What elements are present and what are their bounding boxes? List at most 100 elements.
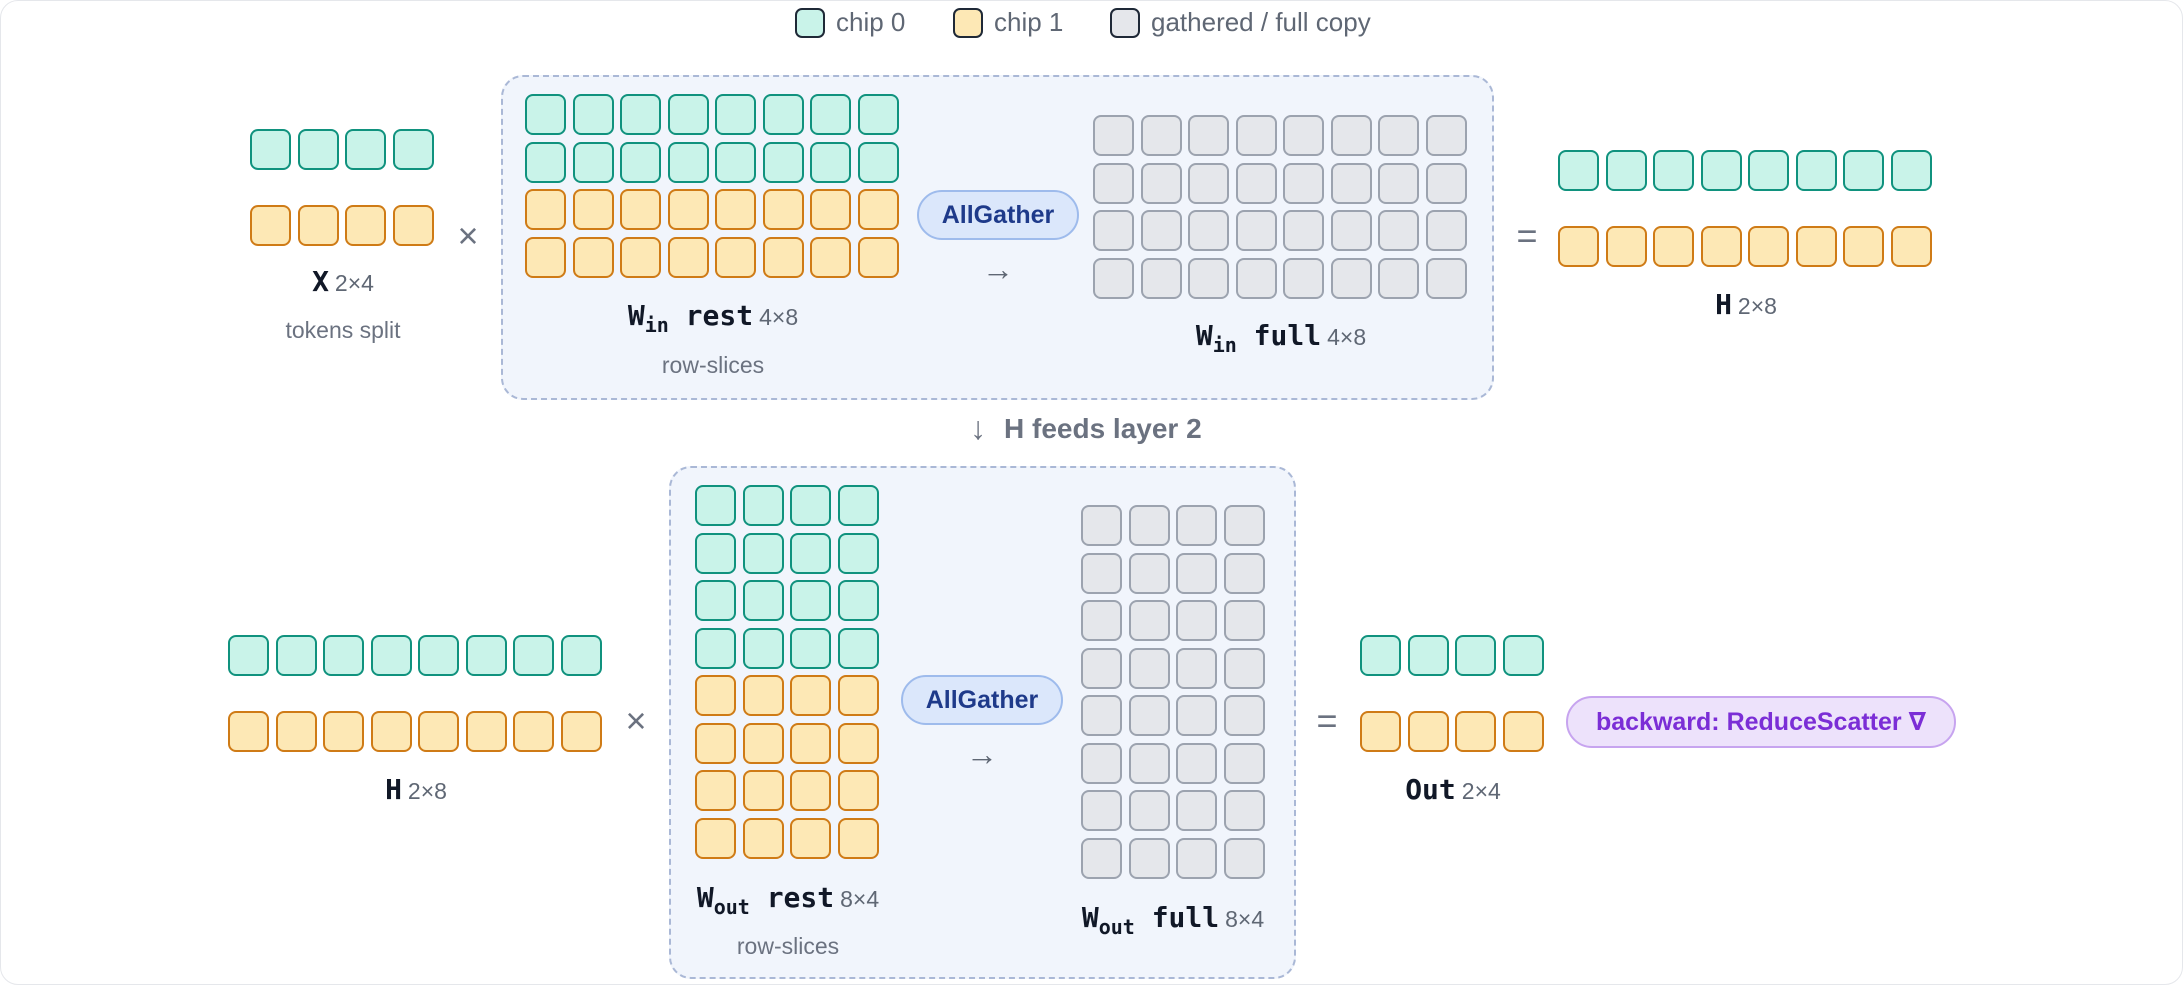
matrix-cell bbox=[1330, 257, 1372, 299]
matrix-cell bbox=[1176, 742, 1217, 784]
matrix-cell bbox=[1407, 635, 1449, 676]
matrix-cell bbox=[1890, 226, 1932, 267]
matrix-cell bbox=[560, 635, 602, 676]
w-in-full-sub: in bbox=[1212, 333, 1237, 357]
matrix-cell bbox=[572, 189, 614, 230]
matrix-cell bbox=[790, 770, 831, 811]
x-name: X bbox=[312, 265, 329, 298]
matrix-cell bbox=[1093, 257, 1134, 299]
matrix-cell bbox=[228, 635, 269, 676]
matrix-cell bbox=[323, 711, 364, 752]
matrix-cell bbox=[1378, 210, 1419, 251]
matrix-cell bbox=[1176, 695, 1217, 736]
matrix-cell bbox=[418, 635, 459, 676]
arrow-right-icon-1: → bbox=[982, 251, 1014, 287]
h1-dim: 2×8 bbox=[1737, 293, 1777, 319]
matrix-cell bbox=[695, 627, 736, 669]
matrix-cell bbox=[1188, 162, 1229, 204]
matrix-cell bbox=[1283, 257, 1324, 299]
w-in-rest-label: Win rest 4×8 bbox=[628, 299, 798, 337]
gathered-swatch-icon bbox=[1110, 7, 1140, 38]
matrix-cell bbox=[762, 236, 804, 278]
matrix-cell bbox=[1176, 837, 1217, 879]
legend-chip0-label: chip 0 bbox=[836, 7, 906, 37]
matrix-cell bbox=[695, 485, 736, 526]
legend-gathered-label: gathered / full copy bbox=[1151, 7, 1371, 37]
out-dim: 2×4 bbox=[1461, 778, 1501, 804]
matrix-cell bbox=[620, 236, 661, 278]
matrix-cell bbox=[742, 532, 784, 574]
out-name: Out bbox=[1405, 773, 1456, 806]
matrix-cell bbox=[1223, 837, 1265, 879]
w-out-full-label: Wout full 8×4 bbox=[1082, 901, 1264, 939]
matrix-cell bbox=[1223, 600, 1265, 641]
matrix-cell bbox=[1140, 162, 1182, 204]
h2-dim: 2×8 bbox=[407, 778, 447, 804]
w-in-rest-suffix: rest bbox=[685, 299, 754, 332]
matrix-cell bbox=[1425, 210, 1467, 251]
matrix-cell bbox=[250, 129, 291, 170]
matrix-cell bbox=[715, 236, 756, 278]
matrix-cell bbox=[1223, 790, 1265, 831]
w-in-full-label: Win full 4×8 bbox=[1196, 319, 1366, 357]
matrix-cell bbox=[1140, 115, 1182, 156]
matrix-cell bbox=[418, 711, 459, 752]
matrix-cell bbox=[790, 817, 831, 859]
matrix-cell bbox=[1223, 505, 1265, 546]
matrix-cell bbox=[1653, 226, 1694, 267]
w-in-rest-sub: in bbox=[644, 313, 669, 337]
arrow-right-icon-2: → bbox=[966, 736, 998, 772]
matrix-cell bbox=[695, 722, 736, 764]
h-label-1: H 2×8 bbox=[1715, 288, 1777, 321]
feeds-connector: ↓ H feeds layer 2 bbox=[970, 410, 1202, 447]
matrix-cell bbox=[1558, 226, 1599, 267]
matrix-cell bbox=[525, 94, 566, 135]
matrix-cell bbox=[620, 141, 661, 183]
matrix-cell bbox=[1093, 210, 1134, 251]
matrix-cell bbox=[1653, 150, 1694, 191]
backward-reducescatter-badge: backward: ReduceScatter ∇ bbox=[1566, 696, 1956, 748]
matrix-cell bbox=[1360, 711, 1401, 752]
matrix-cell bbox=[1128, 552, 1170, 594]
matrix-cell bbox=[250, 205, 291, 246]
matrix-cell bbox=[1455, 711, 1496, 752]
w-in-full-suffix: full bbox=[1253, 319, 1322, 352]
times-operator-2: × bbox=[625, 700, 647, 741]
matrix-cell bbox=[810, 236, 851, 278]
matrix-cell bbox=[1188, 115, 1229, 156]
w-out-rest-sub: out bbox=[713, 895, 750, 919]
w-in-rest-name: W bbox=[627, 299, 645, 332]
x-caption: tokens split bbox=[285, 317, 401, 343]
matrix-cell bbox=[1843, 226, 1884, 267]
matrix-cell bbox=[695, 770, 736, 811]
matrix-cell bbox=[742, 722, 784, 764]
matrix-cell bbox=[392, 129, 434, 170]
w-in-full-dim: 4×8 bbox=[1327, 324, 1367, 350]
matrix-cell bbox=[370, 711, 412, 752]
w-out-full-suffix: full bbox=[1151, 901, 1220, 934]
matrix-cell bbox=[1176, 600, 1217, 641]
allgather-badge-1: AllGather bbox=[917, 190, 1079, 240]
out-label: Out 2×4 bbox=[1405, 773, 1501, 806]
matrix-cell bbox=[1360, 635, 1401, 676]
matrix-cell bbox=[1081, 742, 1122, 784]
x-matrix bbox=[250, 129, 434, 246]
matrix-cell bbox=[857, 189, 899, 230]
matrix-cell bbox=[1128, 505, 1170, 546]
matrix-cell bbox=[1223, 695, 1265, 736]
matrix-cell bbox=[620, 189, 661, 230]
arrow-down-icon: ↓ bbox=[970, 410, 986, 446]
matrix-cell bbox=[1176, 790, 1217, 831]
matrix-cell bbox=[857, 236, 899, 278]
matrix-cell bbox=[560, 711, 602, 752]
matrix-cell bbox=[1425, 257, 1467, 299]
matrix-cell bbox=[1235, 210, 1277, 251]
matrix-cell bbox=[857, 94, 899, 135]
matrix-cell bbox=[1176, 505, 1217, 546]
matrix-cell bbox=[790, 627, 831, 669]
matrix-cell bbox=[1605, 150, 1647, 191]
matrix-cell bbox=[1081, 790, 1122, 831]
w-in-rest-dim: 4×8 bbox=[759, 304, 799, 330]
h-matrix-2 bbox=[228, 635, 602, 752]
legend-gathered: gathered / full copy bbox=[1110, 7, 1371, 38]
